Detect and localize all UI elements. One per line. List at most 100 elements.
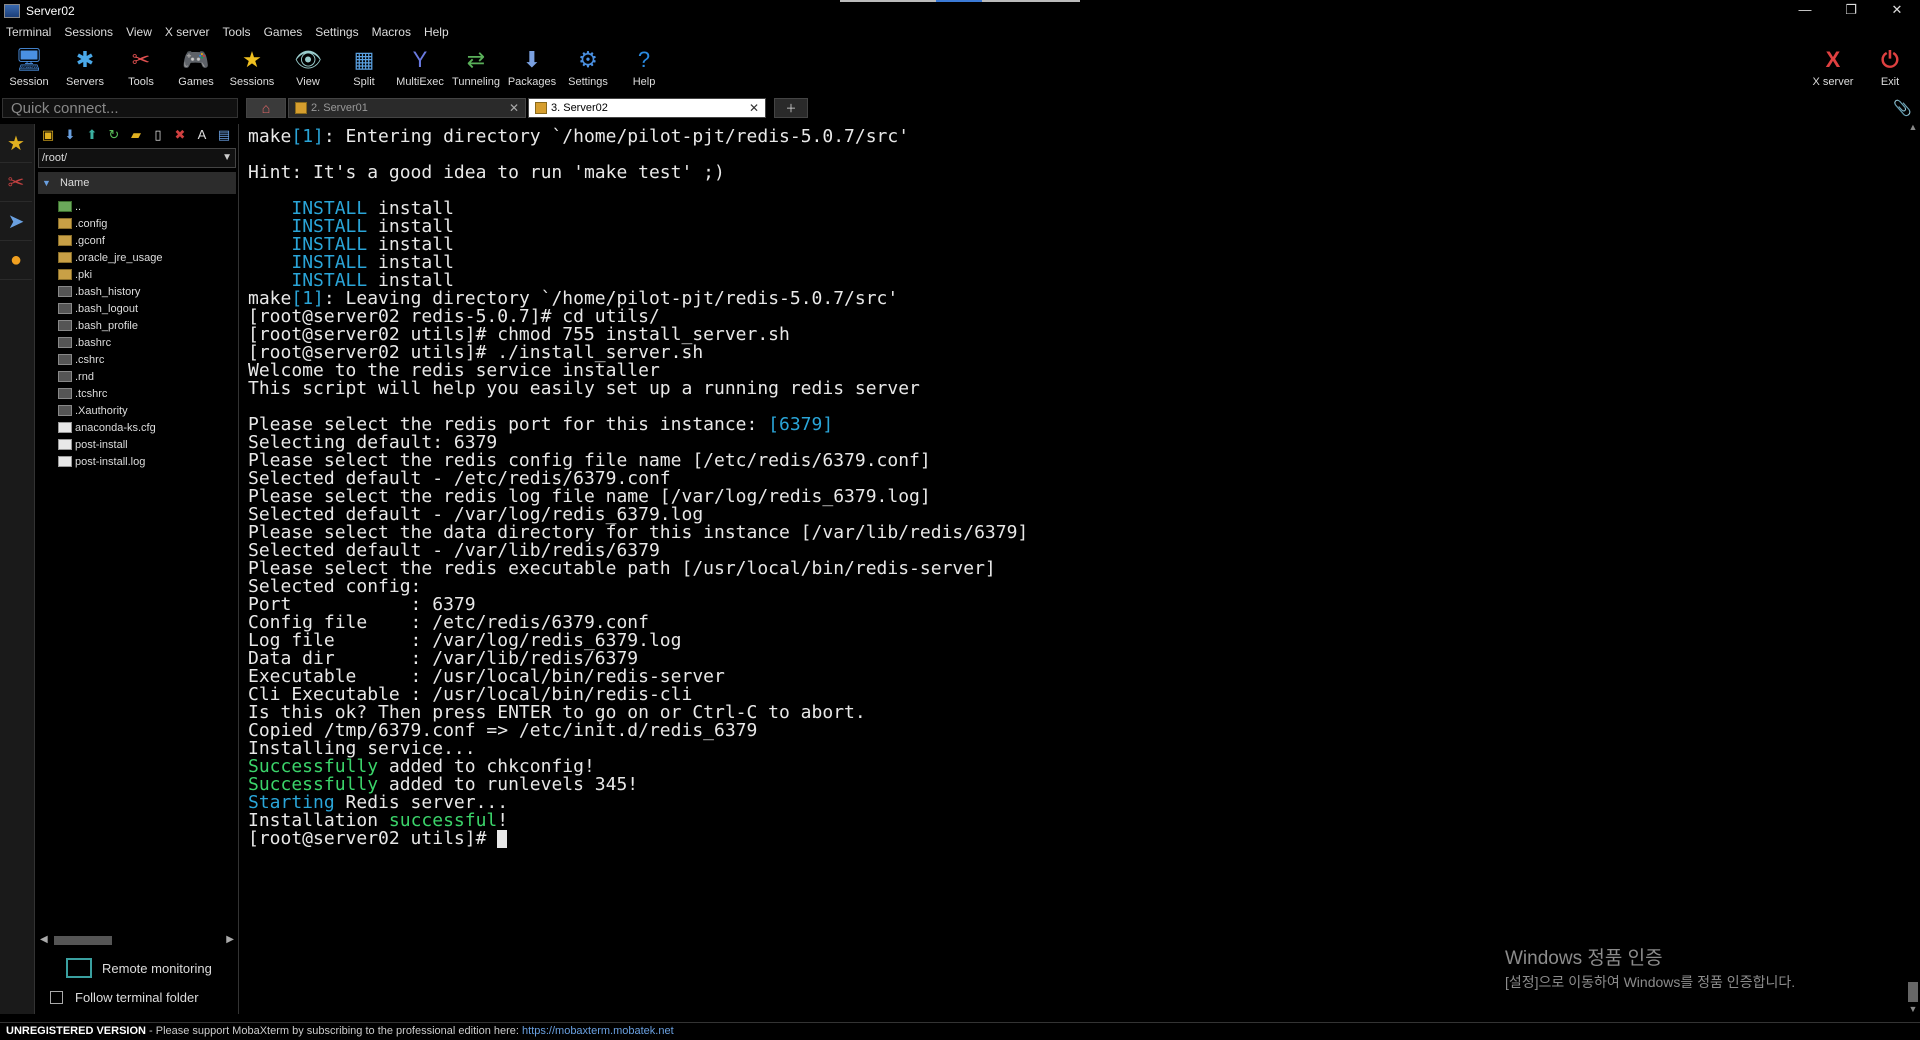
- menu-games[interactable]: Games: [264, 25, 303, 39]
- download-icon[interactable]: ⬇: [62, 127, 78, 143]
- file-name: .bash_history: [75, 285, 141, 298]
- file-name: .Xauthority: [75, 404, 128, 417]
- home-icon: ⌂: [261, 100, 271, 116]
- delete-icon[interactable]: ✖: [172, 127, 188, 143]
- file-list-item[interactable]: anaconda-ks.cfg: [36, 419, 238, 436]
- file-list-item[interactable]: .tcshrc: [36, 385, 238, 402]
- toolbar-label: Session: [9, 76, 49, 88]
- menu-x-server[interactable]: X server: [165, 25, 210, 39]
- multiexec-button[interactable]: Y MultiExec: [392, 44, 448, 88]
- folder-icon: [58, 252, 72, 263]
- toolbar-label: Games: [178, 76, 214, 88]
- toolbar-label: Tools: [128, 76, 154, 88]
- parent-folder-icon[interactable]: ▣: [40, 127, 56, 143]
- new-file-icon[interactable]: ▯: [150, 127, 166, 143]
- sftp-toolbar: ▣ ⬇ ⬆ ↻ ▰ ▯ ✖ A ▤: [36, 124, 238, 146]
- tunneling-button[interactable]: ⇄ Tunneling: [448, 44, 504, 88]
- minimize-button[interactable]: —: [1782, 0, 1828, 22]
- tools-button[interactable]: ✂ Tools: [113, 44, 169, 88]
- games-button[interactable]: 🎮 Games: [168, 44, 224, 88]
- file-icon: [58, 405, 72, 416]
- refresh-icon[interactable]: ↻: [106, 127, 122, 143]
- activation-watermark: Windows 정품 인증 [설정]으로 이동하여 Windows를 정품 인증…: [1505, 948, 1796, 990]
- app-icon: [4, 4, 20, 18]
- terminal-line: This script will help you easily set up …: [248, 378, 920, 399]
- tab-server01[interactable]: 2. Server01 ✕: [288, 98, 526, 118]
- menu-tools[interactable]: Tools: [223, 25, 251, 39]
- new-tab-button[interactable]: ＋: [774, 98, 808, 118]
- sessions-button[interactable]: ★ Sessions: [224, 44, 280, 88]
- ssh-icon: [535, 102, 547, 114]
- toolbar-label: Help: [632, 76, 656, 88]
- terminal-output[interactable]: make[1]: Entering directory `/home/pilot…: [240, 122, 1906, 1014]
- progress-indicator: [840, 0, 1080, 2]
- tab-home[interactable]: ⌂: [246, 98, 286, 118]
- close-tab-icon[interactable]: ✕: [509, 101, 519, 115]
- file-list-item[interactable]: .bashrc: [36, 334, 238, 351]
- file-list-item[interactable]: .bash_logout: [36, 300, 238, 317]
- new-folder-icon[interactable]: ▰: [128, 127, 144, 143]
- tab-label: 3. Server02: [551, 102, 608, 114]
- restore-button[interactable]: ❐: [1828, 0, 1874, 22]
- file-list-item[interactable]: .config: [36, 215, 238, 232]
- packages-icon: ⬇: [522, 47, 542, 72]
- file-list-item[interactable]: .cshrc: [36, 351, 238, 368]
- help-button[interactable]: ? Help: [616, 44, 672, 88]
- file-list-item[interactable]: ..: [36, 198, 238, 215]
- menu-view[interactable]: View: [126, 25, 152, 39]
- file-list-item[interactable]: .Xauthority: [36, 402, 238, 419]
- rename-icon[interactable]: A: [194, 127, 210, 143]
- checkbox[interactable]: [50, 991, 63, 1004]
- menu-settings[interactable]: Settings: [315, 25, 358, 39]
- attachment-icon[interactable]: 📎: [1893, 99, 1912, 117]
- view-button[interactable]: 👁 View: [280, 44, 336, 88]
- file-icon: [58, 337, 72, 348]
- follow-terminal-checkbox[interactable]: Follow terminal folder: [50, 990, 199, 1005]
- settings-button[interactable]: ⚙ Settings: [560, 44, 616, 88]
- window-title: Server02: [26, 4, 75, 18]
- quick-connect-input[interactable]: Quick connect...: [2, 98, 238, 118]
- split-button[interactable]: ▦ Split: [336, 44, 392, 88]
- sessions-star-icon[interactable]: ★: [0, 124, 32, 163]
- tools-icon: ✂: [131, 47, 151, 72]
- file-list-item[interactable]: post-install.log: [36, 453, 238, 470]
- folder-icon: [58, 235, 72, 246]
- remote-monitoring-button[interactable]: Remote monitoring: [66, 958, 212, 978]
- macros-icon[interactable]: ●: [0, 241, 32, 280]
- name-column-header[interactable]: ▼ Name: [38, 172, 236, 194]
- file-list-item[interactable]: .gconf: [36, 232, 238, 249]
- file-list-item[interactable]: .rnd: [36, 368, 238, 385]
- tab-label: 2. Server01: [311, 102, 368, 114]
- sftp-send-icon[interactable]: ➤: [0, 202, 32, 241]
- menu-macros[interactable]: Macros: [372, 25, 411, 39]
- session-button[interactable]: 🖥 Session: [1, 44, 57, 88]
- exit-button[interactable]: ⏻ Exit: [1862, 44, 1918, 88]
- path-field[interactable]: /root/ ▼: [38, 148, 236, 168]
- horizontal-scrollbar[interactable]: ◀ ▶: [40, 934, 234, 946]
- file-list-item[interactable]: .bash_profile: [36, 317, 238, 334]
- x-server-button[interactable]: X X server: [1805, 44, 1861, 88]
- menu-sessions[interactable]: Sessions: [64, 25, 113, 39]
- tools-icon[interactable]: ✂: [0, 163, 32, 202]
- menu-terminal[interactable]: Terminal: [6, 25, 51, 39]
- upload-icon[interactable]: ⬆: [84, 127, 100, 143]
- packages-button[interactable]: ⬇ Packages: [504, 44, 560, 88]
- file-name: .tcshrc: [75, 387, 108, 400]
- file-icon: [58, 303, 72, 314]
- tab-server02[interactable]: 3. Server02 ✕: [528, 98, 766, 118]
- file-list-item[interactable]: .pki: [36, 266, 238, 283]
- file-name: .gconf: [75, 234, 105, 247]
- properties-icon[interactable]: ▤: [216, 127, 232, 143]
- menu-help[interactable]: Help: [424, 25, 449, 39]
- terminal-scrollbar[interactable]: ▲ ▼: [1906, 122, 1920, 1014]
- mobaxterm-link[interactable]: https://mobaxterm.mobatek.net: [522, 1025, 674, 1037]
- file-list-item[interactable]: post-install: [36, 436, 238, 453]
- chevron-down-icon[interactable]: ▼: [222, 149, 232, 167]
- close-tab-icon[interactable]: ✕: [749, 101, 759, 115]
- file-list-item[interactable]: .bash_history: [36, 283, 238, 300]
- close-button[interactable]: ✕: [1874, 0, 1920, 22]
- servers-button[interactable]: ✱ Servers: [57, 44, 113, 88]
- file-list-item[interactable]: .oracle_jre_usage: [36, 249, 238, 266]
- monitor-icon: [66, 958, 92, 978]
- toolbar-label: X server: [1812, 76, 1854, 88]
